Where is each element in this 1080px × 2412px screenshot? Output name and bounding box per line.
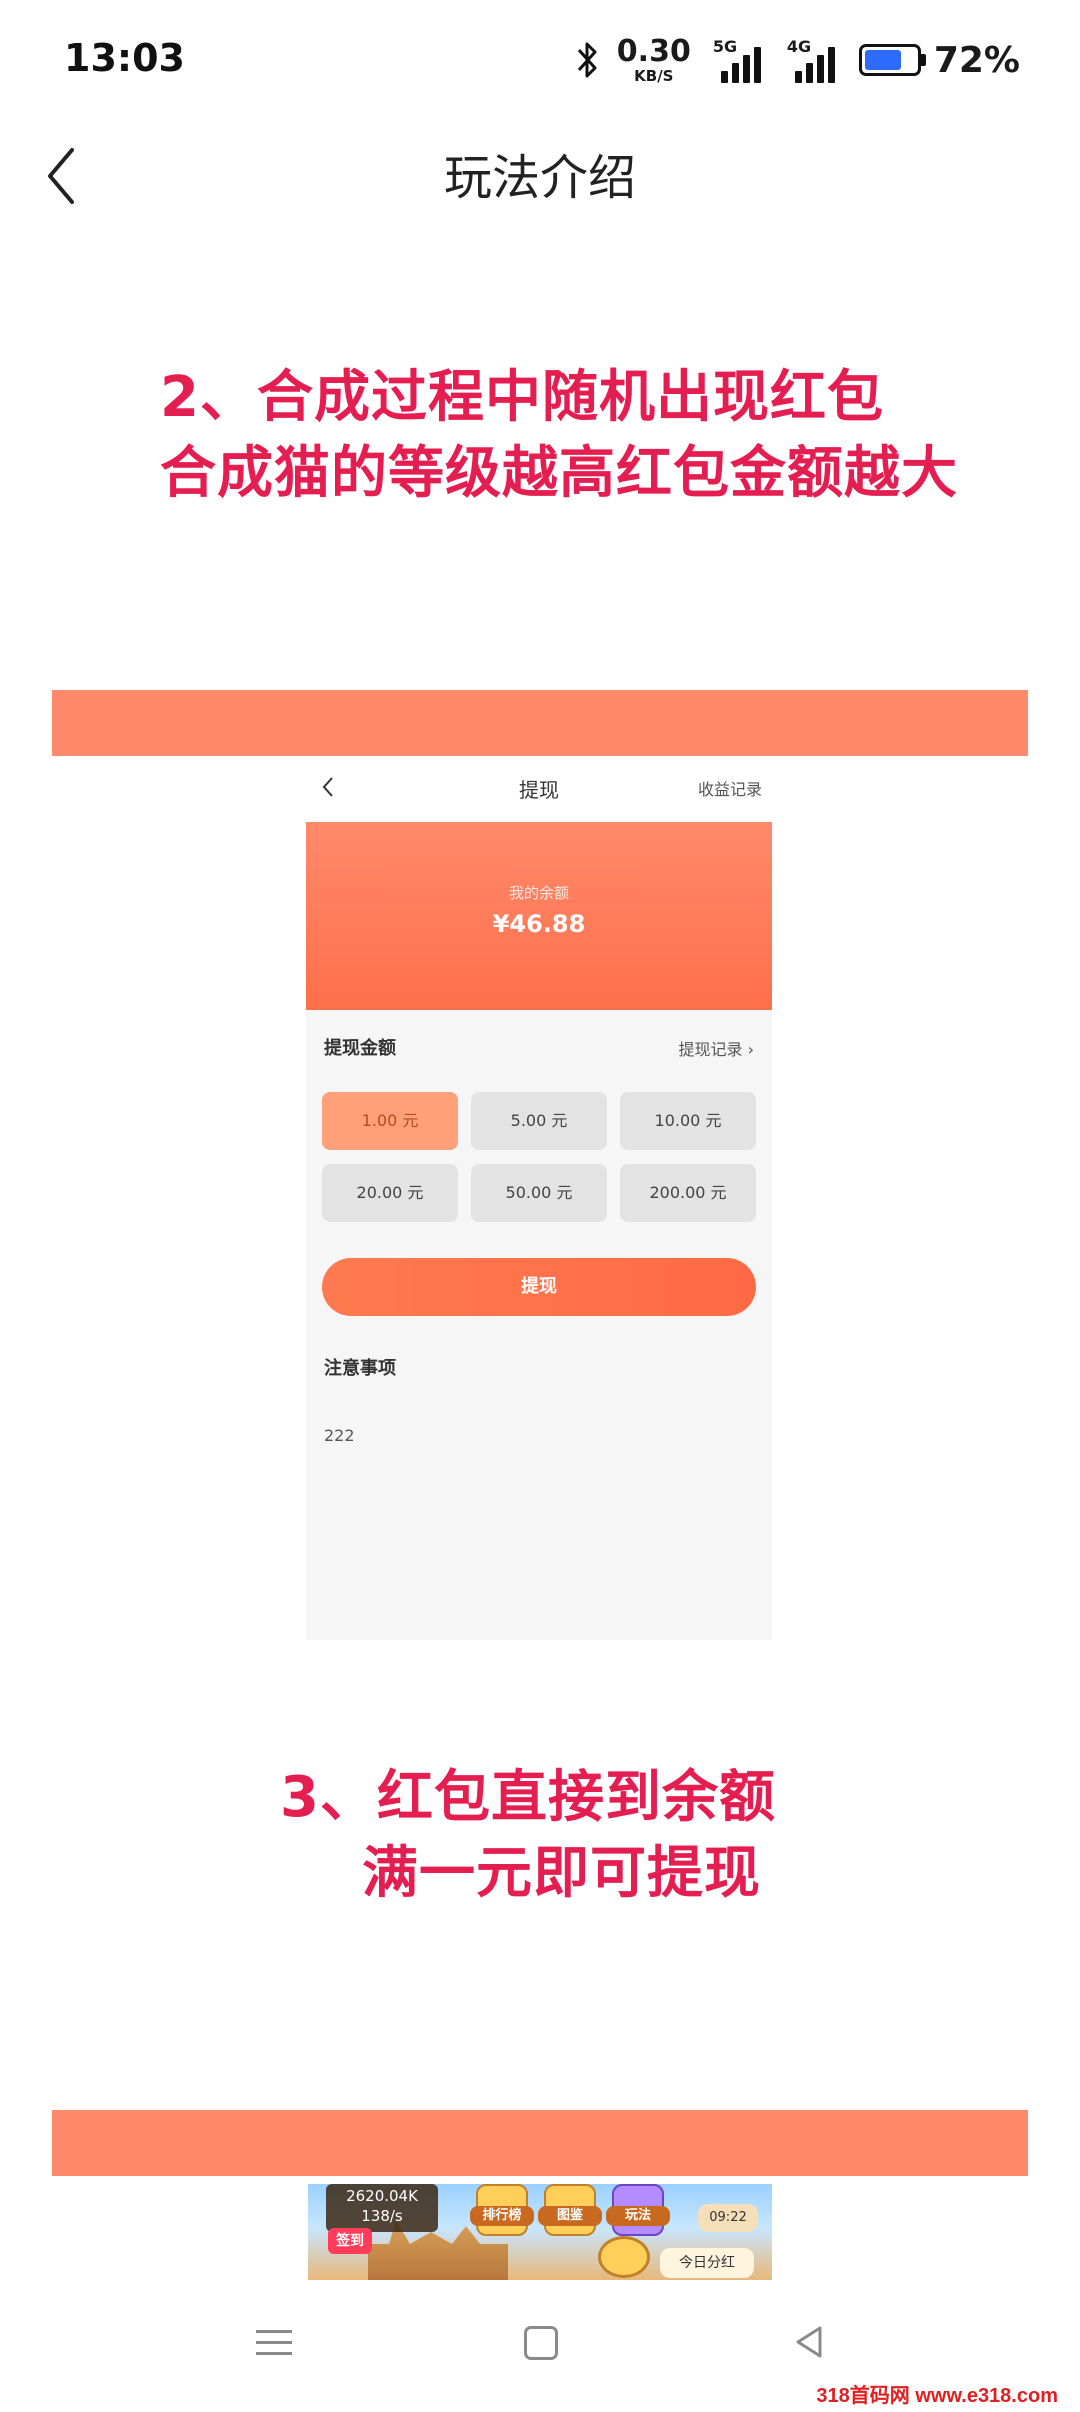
menu-icon[interactable] [256, 2322, 296, 2362]
divider-band [52, 2110, 1028, 2176]
today-dividend: 今日分红 [660, 2248, 754, 2278]
bluetooth-icon [577, 42, 597, 78]
status-bar: 13:03 0.30 KB/S 5G 4G 72% [0, 0, 1080, 120]
score-panel: 2620.04K 138/s [326, 2184, 438, 2232]
step3-line2: 满一元即可提现 [362, 1841, 761, 1906]
step2-line2: 合成猫的等级越高红包金额越大 [160, 441, 958, 506]
game-timer: 09:22 [698, 2204, 758, 2232]
notes-title: 注意事项 [324, 1358, 396, 1379]
status-time: 13:03 [64, 36, 185, 80]
withdraw-record-link: 提现记录 › [678, 1040, 755, 1059]
amount-option: 200.00 元 [620, 1164, 756, 1222]
signal-icon: 5G [711, 37, 771, 83]
battery-percent: 72% [933, 39, 1020, 81]
amount-option: 50.00 元 [471, 1164, 607, 1222]
divider-band [52, 690, 1028, 756]
balance-value: ¥46.88 [492, 910, 586, 938]
signin-badge: 签到 [328, 2228, 372, 2254]
play-label: 玩法 [606, 2206, 670, 2226]
net-speed-unit: KB/S [634, 66, 674, 85]
amount-option: 1.00 元 [322, 1092, 458, 1150]
status-icons: 0.30 KB/S 5G 4G 72% [573, 30, 1020, 90]
watermark: 318首码网 www.e318.com [816, 2385, 1058, 2407]
balance-card: 我的余额 ¥46.88 [306, 822, 772, 1010]
amount-option: 10.00 元 [620, 1092, 756, 1150]
notes-body: 222 [324, 1426, 355, 1445]
cat-icon [598, 2236, 650, 2278]
home-icon[interactable] [524, 2326, 558, 2360]
step2-line1: 2、合成过程中随机出现红包 [160, 365, 884, 430]
amount-option: 5.00 元 [471, 1092, 607, 1150]
amount-option: 20.00 元 [322, 1164, 458, 1222]
step3-headline: 3、红包直接到余额 满一元即可提现 [280, 1760, 776, 1912]
battery-charging-icon: 72% [858, 39, 1020, 81]
amount-title: 提现金额 [324, 1038, 396, 1059]
withdraw-button: 提现 [322, 1258, 756, 1316]
step3-line1: 3、红包直接到余额 [280, 1765, 776, 1830]
page-title: 玩法介绍 [443, 150, 636, 206]
withdraw-record-label: 提现记录 [678, 1040, 743, 1059]
signal-icon: 4G [785, 37, 845, 83]
score-rate: 138/s [361, 2207, 403, 2225]
game-preview: 2620.04K 138/s 排行榜 图鉴 玩法 09:22 签到 今日分红 [308, 2184, 772, 2280]
back-triangle-icon[interactable] [790, 2322, 830, 2362]
step2-headline: 2、合成过程中随机出现红包 合成猫的等级越高红包金额越大 [160, 360, 958, 512]
system-nav-bar: 318首码网 www.e318.com [0, 2290, 1080, 2412]
rank-label: 排行榜 [470, 2206, 534, 2226]
withdraw-screenshot: 提现 收益记录 我的余额 ¥46.88 提现金额 提现记录 › 1.00 元 5… [306, 756, 772, 1640]
withdraw-nav: 提现 收益记录 [306, 756, 772, 822]
balance-label: 我的余额 [508, 884, 569, 902]
earnings-record-link: 收益记录 [697, 780, 762, 799]
net-speed: 0.30 KB/S [616, 33, 691, 85]
net-speed-value: 0.30 [616, 33, 691, 69]
score-value: 2620.04K [346, 2187, 418, 2205]
book-label: 图鉴 [538, 2206, 602, 2226]
